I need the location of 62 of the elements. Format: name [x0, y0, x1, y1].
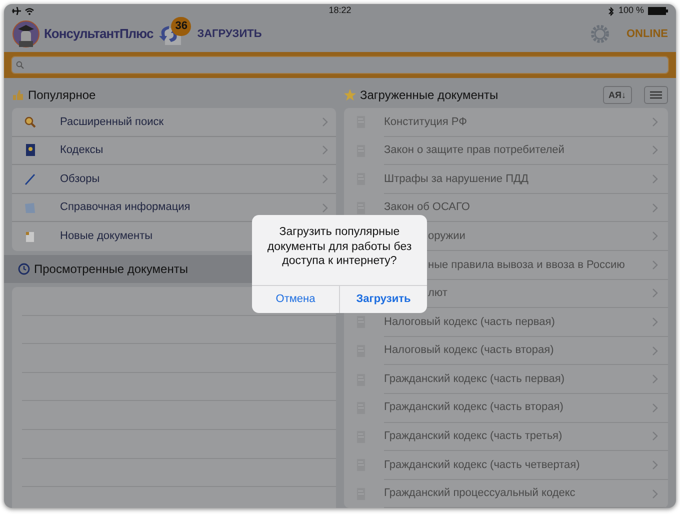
document-icon: [356, 202, 366, 214]
mascot-logo: [12, 20, 40, 48]
sort-button[interactable]: АЯ↓: [602, 86, 632, 104]
download-link[interactable]: ЗАГРУЗИТЬ: [197, 26, 262, 42]
section-title: Загруженные документы: [360, 87, 500, 104]
chevron-icon: [652, 174, 658, 184]
online-status[interactable]: ONLINE: [626, 26, 668, 42]
chevron-icon: [322, 145, 328, 156]
pen-icon: [24, 172, 36, 185]
document-item[interactable]: Закон о защите прав потребителей: [344, 136, 668, 166]
chevron-icon: [322, 174, 328, 184]
document-item[interactable]: Налоговый кодекс (часть вторая): [344, 336, 668, 366]
chevron-icon: [652, 116, 658, 127]
clock-icon: [18, 262, 30, 275]
document-item[interactable]: Гражданский кодекс (часть вторая): [344, 394, 668, 423]
settings-icon: [590, 24, 610, 44]
search-field[interactable]: [11, 56, 669, 74]
section-title: Просмотренные документы: [34, 260, 188, 278]
status-time: 18:22: [328, 4, 352, 18]
menu-item[interactable]: Расширенный поиск: [12, 108, 336, 137]
menu-icon: [650, 91, 662, 99]
search-icon: [16, 61, 24, 69]
section-title: Популярное: [28, 87, 96, 104]
page-icon: [24, 230, 36, 243]
dialog-message: Загрузить популярные документы для работы без доступа к интернету?: [266, 225, 413, 269]
app-name: КонсультантПлюс: [44, 25, 154, 44]
chevron-icon: [652, 488, 658, 499]
document-item[interactable]: Гражданский кодекс (часть четвертая): [344, 451, 668, 480]
confirm-button[interactable]: Загрузить: [339, 286, 427, 313]
document-item[interactable]: Гражданский кодекс (часть первая): [344, 365, 668, 394]
cancel-button[interactable]: Отмена: [252, 286, 339, 313]
chevron-icon: [652, 231, 658, 242]
chevron-icon: [322, 116, 328, 127]
magnifier-icon: [24, 116, 36, 128]
chevron-icon: [322, 202, 328, 213]
document-item[interactable]: Гражданский кодекс (часть третья): [344, 422, 668, 452]
document-item[interactable]: Гражданский процессуальный кодекс: [344, 480, 668, 508]
menu-button[interactable]: [644, 86, 668, 104]
bluetooth-icon: [608, 6, 614, 16]
chevron-icon: [652, 374, 658, 384]
chevron-icon: [652, 260, 658, 270]
battery-icon: [648, 7, 668, 15]
menu-item[interactable]: Кодексы: [12, 136, 336, 166]
airplane-icon: [12, 7, 21, 15]
battery-percent: 100 %: [618, 4, 644, 18]
chevron-icon: [652, 346, 658, 356]
count-badge: 36: [171, 17, 192, 36]
document-item[interactable]: Конституция РФ: [344, 108, 668, 137]
menu-item[interactable]: Обзоры: [12, 165, 336, 194]
chevron-icon: [652, 460, 658, 470]
chevron-icon: [652, 202, 658, 213]
book-icon: [24, 144, 36, 156]
thumbs-up-icon: [12, 89, 24, 101]
document-item[interactable]: Штрафы за нарушение ПДД: [344, 165, 668, 194]
chevron-icon: [652, 316, 658, 327]
card-icon: [24, 202, 36, 214]
chevron-icon: [652, 431, 658, 442]
chevron-icon: [652, 402, 658, 413]
star-icon: [344, 89, 356, 101]
wifi-icon: [25, 8, 34, 14]
chevron-icon: [652, 145, 658, 156]
chevron-icon: [652, 288, 658, 298]
